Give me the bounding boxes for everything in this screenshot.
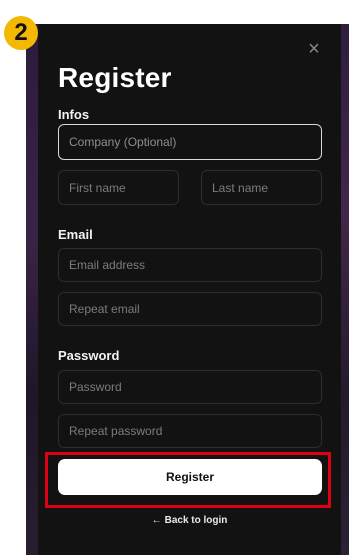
register-button-highlight [45, 452, 331, 508]
back-arrow-icon: ← [151, 515, 162, 526]
last-name-input[interactable] [201, 170, 322, 205]
page-title: Register [58, 62, 172, 93]
section-label-email: Email [58, 227, 93, 242]
back-to-login-link[interactable]: ← Back to login [38, 515, 341, 526]
step-number-badge: 2 [4, 16, 38, 50]
background-strip-left [26, 24, 38, 555]
close-icon[interactable]: × [305, 39, 323, 59]
password-input[interactable] [58, 370, 322, 404]
company-input[interactable] [58, 124, 322, 160]
back-to-login-label: Back to login [164, 515, 228, 526]
repeat-email-input[interactable] [58, 292, 322, 326]
repeat-password-input[interactable] [58, 414, 322, 448]
first-name-input[interactable] [58, 170, 179, 205]
section-label-infos: Infos [58, 107, 90, 122]
email-input[interactable] [58, 248, 322, 282]
section-label-password: Password [58, 348, 120, 363]
